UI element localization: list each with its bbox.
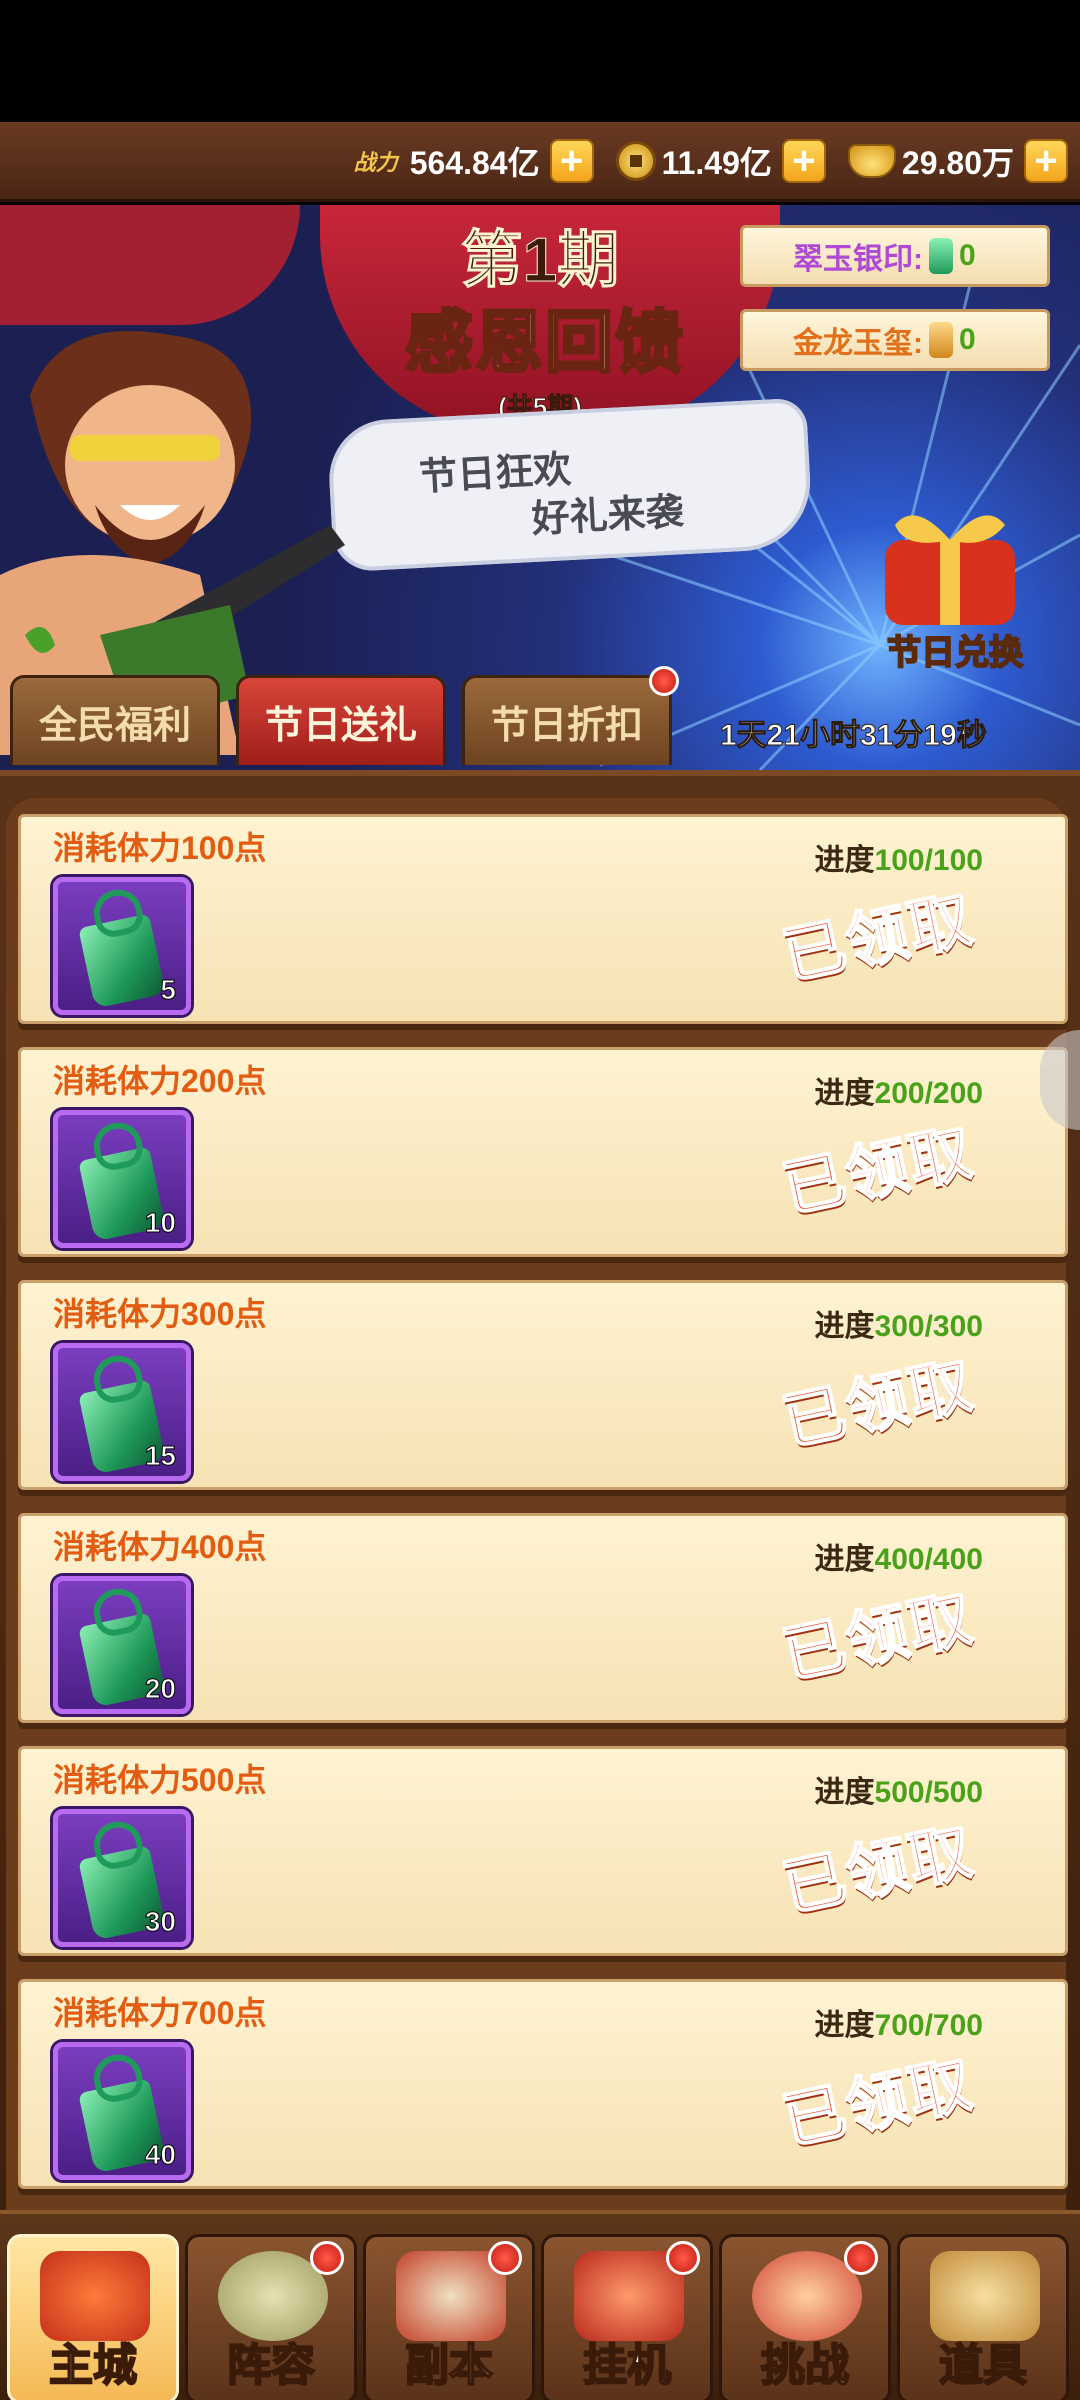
claimed-stamp: 已领取: [776, 1583, 980, 1692]
gold-ingot-icon: [847, 143, 896, 178]
scroll-jar-icon: [930, 2251, 1040, 2341]
claimed-stamp: 已领取: [776, 2049, 980, 2158]
nav-label: 主城: [48, 2340, 138, 2391]
claimed-stamp: 已领取: [776, 1350, 980, 1459]
jade-silver-seal-counter: 翠玉银印: 0: [740, 225, 1050, 287]
task-name: 消耗体力100点: [53, 830, 267, 866]
reward-count: 10: [144, 1207, 176, 1239]
status-bar: [0, 0, 1080, 122]
tab-label: 节日折扣: [490, 705, 643, 747]
nav-label: 挑战: [760, 2340, 850, 2391]
notification-dot: [310, 2241, 344, 2275]
nav-items[interactable]: 道具: [897, 2234, 1069, 2400]
reward-count: 30: [144, 1906, 176, 1938]
reward-item-slot[interactable]: 40: [53, 2042, 191, 2180]
reward-count: 15: [144, 1440, 176, 1472]
notification-dot: [844, 2241, 878, 2275]
power-resource: 战力 564.84亿 +: [354, 138, 594, 184]
task-name: 消耗体力200点: [53, 1063, 267, 1099]
slogan-cloud: 节日狂欢 好礼来袭: [326, 397, 814, 573]
task-row: 消耗体力700点 进度700/700 40 已领取: [18, 1979, 1068, 2189]
reward-count: 20: [144, 1673, 176, 1705]
add-coin-button[interactable]: +: [781, 138, 826, 183]
notification-dot: [666, 2241, 700, 2275]
jade-seal-icon: [929, 238, 953, 274]
gold-value: 29.80万: [901, 144, 1014, 181]
claimed-stamp: 已领取: [776, 1816, 980, 1925]
nav-challenge[interactable]: 挑战: [719, 2234, 891, 2400]
nav-label: 道具: [938, 2340, 1028, 2391]
gift-box-icon[interactable]: [875, 500, 1025, 630]
nav-idle[interactable]: 挂机: [541, 2234, 713, 2400]
coin-resource: 11.49亿 +: [615, 138, 826, 184]
event-title: 感恩回馈: [403, 304, 685, 383]
gold-seal-icon: [929, 322, 953, 358]
gold-resource: 29.80万 +: [847, 138, 1068, 184]
nav-dungeon[interactable]: 副本: [363, 2234, 535, 2400]
golden-dragon-seal-counter: 金龙玉玺: 0: [740, 309, 1050, 371]
reward-item-slot[interactable]: 15: [53, 1343, 191, 1481]
nav-label: 阵容: [226, 2340, 316, 2391]
add-gold-button[interactable]: +: [1024, 138, 1068, 183]
task-name: 消耗体力500点: [53, 1762, 267, 1798]
task-row: 消耗体力200点 进度200/200 10 已领取: [18, 1047, 1068, 1257]
tab-holiday-discount[interactable]: 节日折扣: [462, 666, 679, 765]
task-row: 消耗体力100点 进度100/100 5 已领取: [18, 814, 1068, 1024]
holiday-exchange-button[interactable]: 节日兑换: [860, 625, 1050, 674]
tab-holiday-gifts[interactable]: 节日送礼: [236, 675, 446, 765]
task-row: 消耗体力500点 进度500/500 30 已领取: [18, 1746, 1068, 1956]
coin-icon: [615, 140, 656, 181]
task-name: 消耗体力700点: [53, 1995, 267, 2031]
palace-icon: [40, 2251, 150, 2341]
seal1-label: 翠玉银印:: [793, 243, 923, 276]
tab-universal-welfare[interactable]: 全民福利: [10, 675, 220, 765]
claimed-stamp: 已领取: [776, 884, 980, 993]
reward-item-slot[interactable]: 10: [53, 1110, 191, 1248]
reward-count: 5: [160, 974, 177, 1006]
bottom-navigation: 主城 阵容 副本 挂机 挑战 道具: [0, 2210, 1080, 2400]
event-tabs: 全民福利 节日送礼 节日折扣: [10, 666, 688, 765]
task-row: 消耗体力300点 进度300/300 15 已领取: [18, 1280, 1068, 1490]
reward-item-slot[interactable]: 5: [53, 877, 191, 1015]
tab-label: 全民福利: [38, 705, 191, 747]
reward-count: 40: [144, 2139, 176, 2171]
coin-value: 11.49亿: [661, 144, 772, 181]
task-name: 消耗体力300点: [53, 1296, 267, 1332]
slogan-line2: 好礼来袭: [530, 491, 685, 542]
power-value: 564.84亿: [409, 144, 540, 181]
reward-item-slot[interactable]: 20: [53, 1576, 191, 1714]
add-power-button[interactable]: +: [549, 138, 594, 183]
nav-lineup[interactable]: 阵容: [185, 2234, 357, 2400]
jade-seal-icon: [78, 913, 166, 1009]
resource-bar: 战力 564.84亿 + 11.49亿 + 29.80万 +: [0, 122, 1080, 202]
seal2-count: 0: [959, 323, 976, 356]
notification-dot: [649, 666, 679, 696]
tab-label: 节日送礼: [264, 705, 417, 747]
reward-item-slot[interactable]: 30: [53, 1809, 191, 1947]
task-list: 消耗体力100点 进度100/100 5 已领取 消耗体力200点 进度200/…: [6, 798, 1068, 2210]
task-row: 消耗体力400点 进度400/400 20 已领取: [18, 1513, 1068, 1723]
seal2-label: 金龙玉玺:: [793, 327, 923, 360]
nav-label: 副本: [404, 2340, 494, 2391]
notification-dot: [488, 2241, 522, 2275]
nav-label: 挂机: [582, 2340, 672, 2391]
seal1-count: 0: [959, 239, 976, 272]
claimed-stamp: 已领取: [776, 1117, 980, 1226]
power-label: 战力: [353, 149, 398, 175]
task-name: 消耗体力400点: [53, 1529, 267, 1565]
task-list-panel[interactable]: 消耗体力100点 进度100/100 5 已领取 消耗体力200点 进度200/…: [0, 770, 1080, 2210]
countdown-timer: 1天21小时31分19秒: [720, 719, 988, 753]
period-number: 第1期: [460, 226, 620, 296]
nav-main-city[interactable]: 主城: [7, 2234, 179, 2400]
event-banner: 第1期 感恩回馈 (共5期) 节日狂欢 好礼来袭 翠玉银印: 0 金龙玉玺: 0…: [0, 205, 1080, 770]
